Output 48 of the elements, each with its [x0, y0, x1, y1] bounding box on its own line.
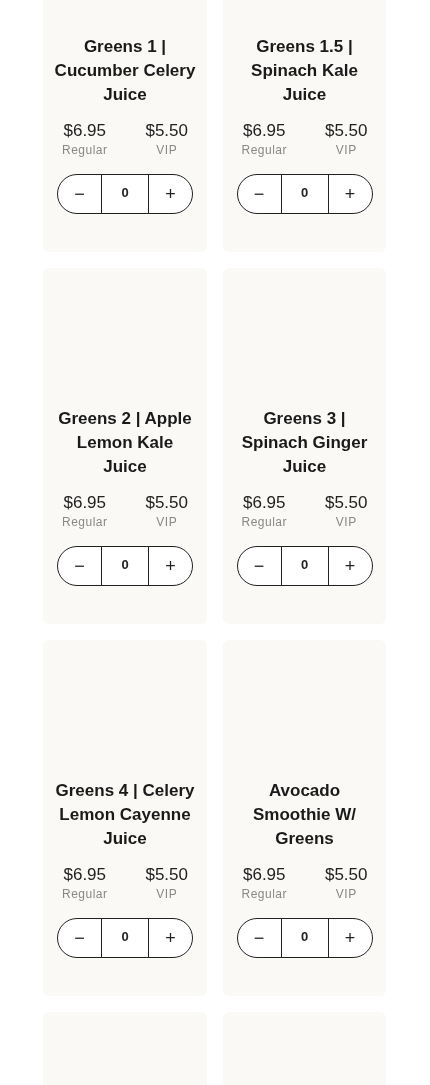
- quantity-field[interactable]: 0: [102, 919, 148, 957]
- price-label: Regular: [62, 142, 108, 158]
- price-label: Regular: [241, 142, 288, 158]
- regular-price: $6.95: [243, 864, 286, 886]
- increase-button[interactable]: +: [327, 175, 372, 213]
- increase-button[interactable]: +: [148, 175, 192, 213]
- increase-button[interactable]: +: [148, 547, 192, 585]
- quantity-field[interactable]: 0: [281, 175, 328, 213]
- vip-price: $5.50: [324, 864, 368, 886]
- price-label: VIP: [335, 142, 357, 158]
- price-label: Regular: [62, 886, 108, 902]
- regular-price: $6.95: [243, 120, 286, 142]
- increase-button[interactable]: +: [148, 919, 192, 957]
- regular-price: $6.95: [63, 120, 107, 142]
- decrease-button[interactable]: −: [237, 919, 282, 957]
- quantity-field[interactable]: 0: [281, 547, 328, 585]
- regular-price: $6.95: [63, 492, 107, 514]
- vip-price: $5.50: [145, 120, 188, 142]
- price-label: VIP: [156, 514, 178, 530]
- product-title: Greens 1.5 | Spinach Kale Juice: [250, 36, 359, 106]
- regular-price: $6.95: [63, 864, 107, 886]
- vip-price: $5.50: [324, 120, 368, 142]
- product-title: Greens 1 | Cucumber Celery Juice: [53, 36, 197, 106]
- decrease-button[interactable]: −: [58, 547, 102, 585]
- decrease-button[interactable]: −: [237, 547, 282, 585]
- product-title: Greens 3 | Spinach Ginger Juice: [240, 408, 369, 478]
- price-label: VIP: [335, 514, 357, 530]
- price-label: VIP: [156, 886, 178, 902]
- quantity-field[interactable]: 0: [281, 919, 328, 957]
- decrease-button[interactable]: −: [237, 175, 282, 213]
- price-label: Regular: [241, 514, 288, 530]
- quantity-field[interactable]: 0: [102, 175, 148, 213]
- price-label: VIP: [335, 886, 357, 902]
- product-title: Avocado Smoothie W/ Greens: [252, 780, 357, 850]
- decrease-button[interactable]: −: [58, 175, 102, 213]
- price-label: Regular: [62, 514, 108, 530]
- vip-price: $5.50: [324, 492, 368, 514]
- price-label: Regular: [241, 886, 288, 902]
- price-label: VIP: [156, 142, 178, 158]
- quantity-field[interactable]: 0: [102, 547, 148, 585]
- vip-price: $5.50: [145, 864, 188, 886]
- vip-price: $5.50: [145, 492, 188, 514]
- regular-price: $6.95: [243, 492, 286, 514]
- product-title: Greens 2 | Apple Lemon Kale Juice: [57, 408, 193, 478]
- product-title: Greens 4 | Celery Lemon Cayenne Juice: [54, 780, 196, 850]
- increase-button[interactable]: +: [327, 547, 372, 585]
- increase-button[interactable]: +: [327, 919, 372, 957]
- decrease-button[interactable]: −: [58, 919, 102, 957]
